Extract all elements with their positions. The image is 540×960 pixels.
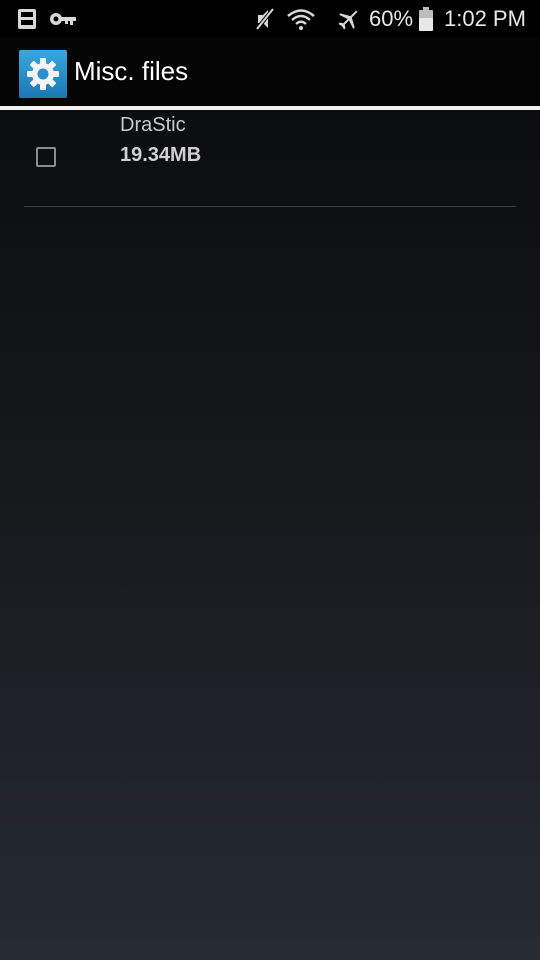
vpn-key-icon (48, 0, 78, 38)
wifi-icon (286, 0, 316, 38)
sd-card-icon (16, 0, 38, 38)
action-bar: Misc. files (0, 38, 540, 106)
airplane-icon (336, 0, 362, 38)
file-name: DraStic (120, 114, 186, 136)
list-divider (24, 206, 516, 207)
file-list: DraStic 19.34MB (0, 110, 540, 960)
page-title: Misc. files (74, 56, 189, 86)
status-time: 1:02 PM (444, 6, 526, 31)
status-bar: 60% 1:02 PM (0, 0, 540, 38)
list-item[interactable]: DraStic 19.34MB (0, 110, 540, 206)
gear-icon[interactable] (19, 50, 67, 98)
file-size: 19.34MB (120, 144, 202, 166)
mute-icon (254, 0, 276, 38)
battery-icon (418, 0, 434, 38)
file-checkbox[interactable] (36, 147, 56, 167)
battery-percentage: 60% (369, 6, 414, 31)
